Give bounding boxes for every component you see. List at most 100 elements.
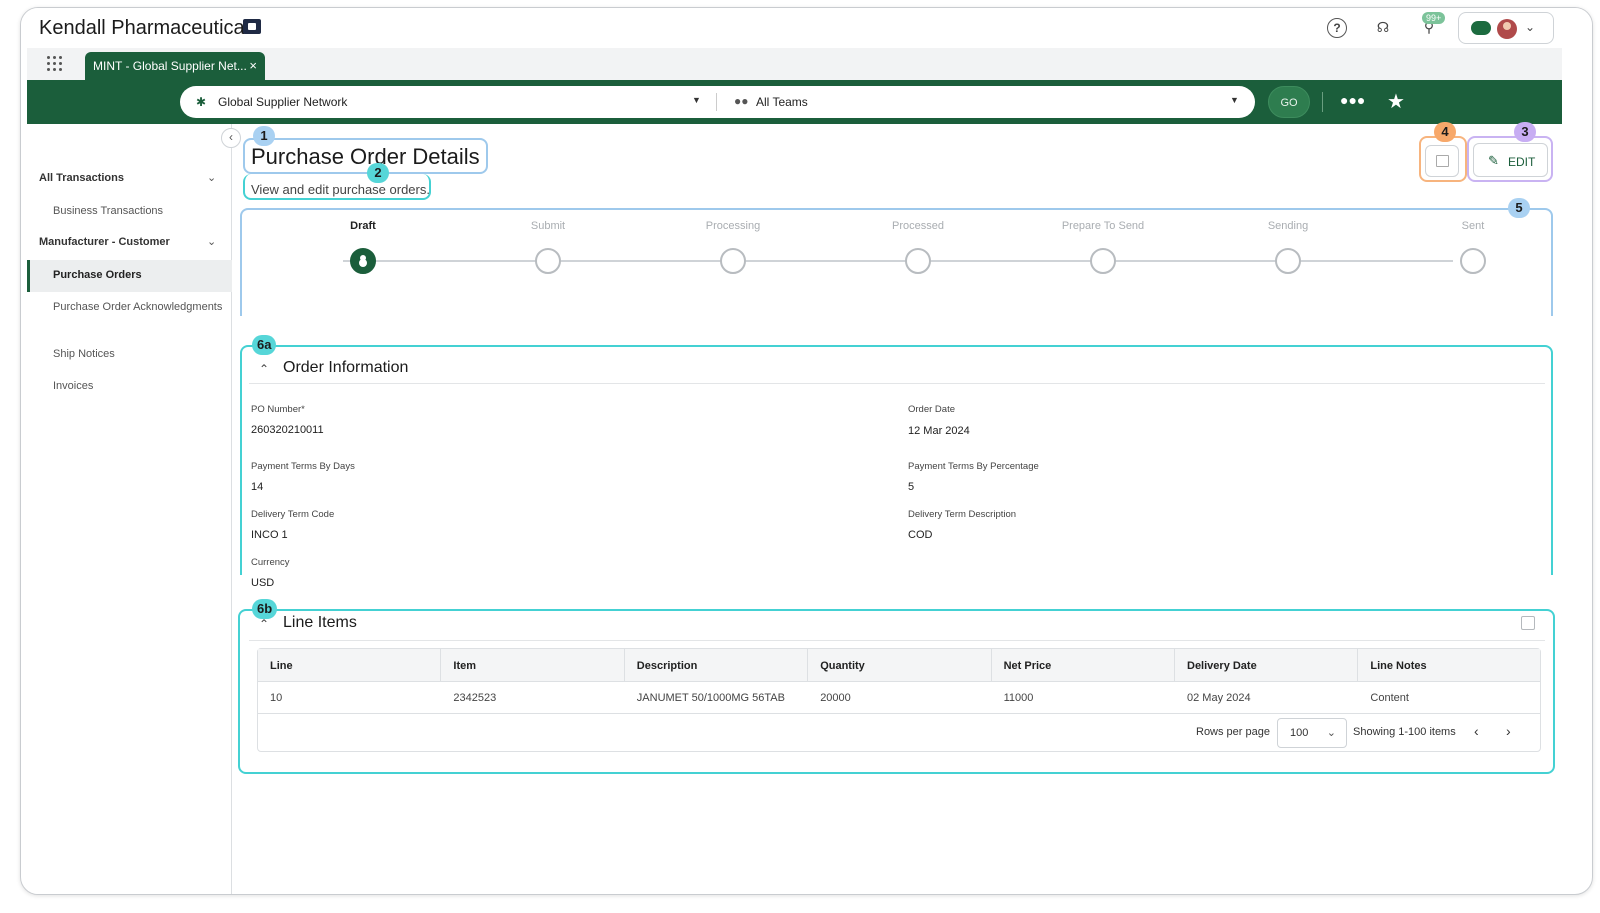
annotation-badge-5: 5 <box>1508 198 1530 218</box>
sidebar-item-ship-notices[interactable]: Ship Notices <box>53 347 223 362</box>
section-divider <box>249 383 1545 384</box>
po-number-label: PO Number* <box>251 404 305 415</box>
sidebar-item-purchase-orders[interactable]: Purchase Orders <box>27 260 232 292</box>
sidebar-item-invoices[interactable]: Invoices <box>53 379 223 394</box>
go-button[interactable]: GO <box>1268 86 1310 118</box>
step-label: Prepare To Send <box>1061 220 1145 232</box>
divider <box>716 93 717 111</box>
payment-terms-percentage-value: 5 <box>908 481 915 493</box>
search-bar: ✱ Global Supplier Network ▼ ●● All Teams… <box>180 86 1255 118</box>
account-menu[interactable]: ⌄ <box>1458 12 1554 44</box>
annotation-outline-6a <box>240 345 1553 575</box>
app-switch-icon[interactable] <box>243 19 261 34</box>
tabs-row: MINT - Global Supplier Net... × <box>27 48 1562 80</box>
step-circle <box>720 248 746 274</box>
sidebar-item-business-transactions[interactable]: Business Transactions <box>53 204 223 219</box>
annotation-badge-3: 3 <box>1514 122 1536 142</box>
rows-per-page-value: 100 <box>1290 727 1309 739</box>
caret-down-icon[interactable]: ▼ <box>1230 95 1239 105</box>
chevron-down-icon[interactable]: ⌄ <box>207 235 216 248</box>
step-draft: Draft <box>293 220 433 274</box>
chevron-down-icon: ⌄ <box>1525 20 1536 34</box>
section-divider <box>249 640 1545 641</box>
step-processing: Processing <box>663 220 803 274</box>
annotation-outline-4 <box>1419 136 1467 182</box>
app-grid-icon[interactable] <box>47 56 63 72</box>
currency-value: USD <box>251 577 275 589</box>
table-settings-icon[interactable] <box>1521 616 1535 630</box>
network-select[interactable]: Global Supplier Network <box>218 95 347 109</box>
avatar <box>1497 19 1517 39</box>
caret-down-icon[interactable]: ▼ <box>692 95 701 105</box>
step-sending: Sending <box>1218 220 1358 274</box>
table-divider <box>258 713 1540 714</box>
delivery-term-code-value: INCO 1 <box>251 529 288 541</box>
delivery-term-description-value: COD <box>908 529 933 541</box>
tab-mint-global-supplier-network[interactable]: MINT - Global Supplier Net... × <box>85 52 265 80</box>
chevron-down-icon[interactable]: ⌄ <box>207 171 216 184</box>
payment-terms-percentage-label: Payment Terms By Percentage <box>908 461 1039 472</box>
step-submit: Submit <box>478 220 618 274</box>
sidebar-item-po-acknowledgments[interactable]: Purchase Order Acknowledgments <box>53 300 223 315</box>
divider <box>1322 92 1323 112</box>
rows-per-page-label: Rows per page <box>1196 726 1270 738</box>
table-cell: JANUMET 50/1000MG 56TAB <box>636 692 785 704</box>
step-label: Draft <box>350 220 376 232</box>
column-header[interactable]: Line <box>258 649 442 682</box>
table-header: Line Item Description Quantity Net Price Deli… <box>258 649 1540 682</box>
search-band: ✱ Global Supplier Network ▼ ●● All Teams… <box>27 80 1562 124</box>
column-header[interactable]: Description <box>625 649 809 682</box>
team-select[interactable]: All Teams <box>756 95 808 109</box>
pagination-summary: Showing 1-100 items <box>1353 726 1456 738</box>
delivery-term-description-label: Delivery Term Description <box>908 509 1017 520</box>
annotation-badge-1: 1 <box>253 126 275 146</box>
column-header[interactable]: Item <box>441 649 625 682</box>
chevron-up-icon[interactable]: ⌃ <box>259 362 269 376</box>
step-label: Submit <box>530 220 566 232</box>
annotation-badge-6a: 6a <box>252 335 277 355</box>
delivery-term-code-label: Delivery Term Code <box>251 509 335 520</box>
table-cell: Content <box>1370 692 1409 704</box>
annotation-badge-2: 2 <box>367 163 389 183</box>
line-items-title: Line Items <box>283 614 357 631</box>
sidebar: All Transactions ⌄ Business Transactions… <box>27 124 232 894</box>
tab-label: MINT - Global Supplier Net... <box>93 59 247 73</box>
chevron-up-icon[interactable]: ⌃ <box>259 617 269 631</box>
network-icon: ✱ <box>196 95 207 109</box>
prev-page-icon[interactable]: ‹ <box>1474 723 1479 739</box>
headset-icon[interactable]: ☊ <box>1373 18 1393 38</box>
step-label: Sending <box>1267 220 1309 232</box>
close-icon[interactable]: × <box>249 58 257 73</box>
step-label: Sent <box>1461 220 1485 232</box>
column-header[interactable]: Quantity <box>808 649 992 682</box>
column-header[interactable]: Net Price <box>992 649 1175 682</box>
currency-label: Currency <box>251 557 290 568</box>
sidebar-group-manufacturer-customer[interactable]: Manufacturer - Customer <box>39 236 170 248</box>
column-header[interactable]: Delivery Date <box>1175 649 1359 682</box>
team-icon: ●● <box>734 94 749 108</box>
line-items-table: Line Item Description Quantity Net Price Deli… <box>257 648 1541 752</box>
table-cell: 20000 <box>820 692 851 704</box>
step-label: Processing <box>705 220 761 232</box>
sidebar-group-all-transactions[interactable]: All Transactions <box>39 172 124 184</box>
annotation-outline-3 <box>1467 136 1553 182</box>
order-date-label: Order Date <box>908 404 955 415</box>
table-cell: 10 <box>270 692 283 704</box>
notification-badge: 99+ <box>1422 12 1446 24</box>
sidebar-collapse-button[interactable]: ‹ <box>221 128 241 148</box>
step-circle <box>535 248 561 274</box>
app-title: Kendall Pharmaceuticals <box>39 17 260 39</box>
app-window: Kendall Pharmaceuticals ? ☊ ⚲ 99+ ⌄ MINT… <box>20 7 1593 895</box>
step-circle <box>1090 248 1116 274</box>
next-page-icon[interactable]: › <box>1506 723 1511 739</box>
column-header[interactable]: Line Notes <box>1358 649 1541 682</box>
table-cell: 2342523 <box>453 692 497 704</box>
step-circle <box>1275 248 1301 274</box>
annotation-badge-4: 4 <box>1434 122 1456 142</box>
help-icon[interactable]: ? <box>1327 18 1347 38</box>
rows-per-page-select[interactable]: 100 ⌄ <box>1277 718 1347 748</box>
table-cell: 11000 <box>1003 692 1034 704</box>
people-icon[interactable]: ●●● <box>1340 92 1365 108</box>
star-icon[interactable]: ★ <box>1387 89 1405 114</box>
chevron-down-icon: ⌄ <box>1326 727 1336 739</box>
